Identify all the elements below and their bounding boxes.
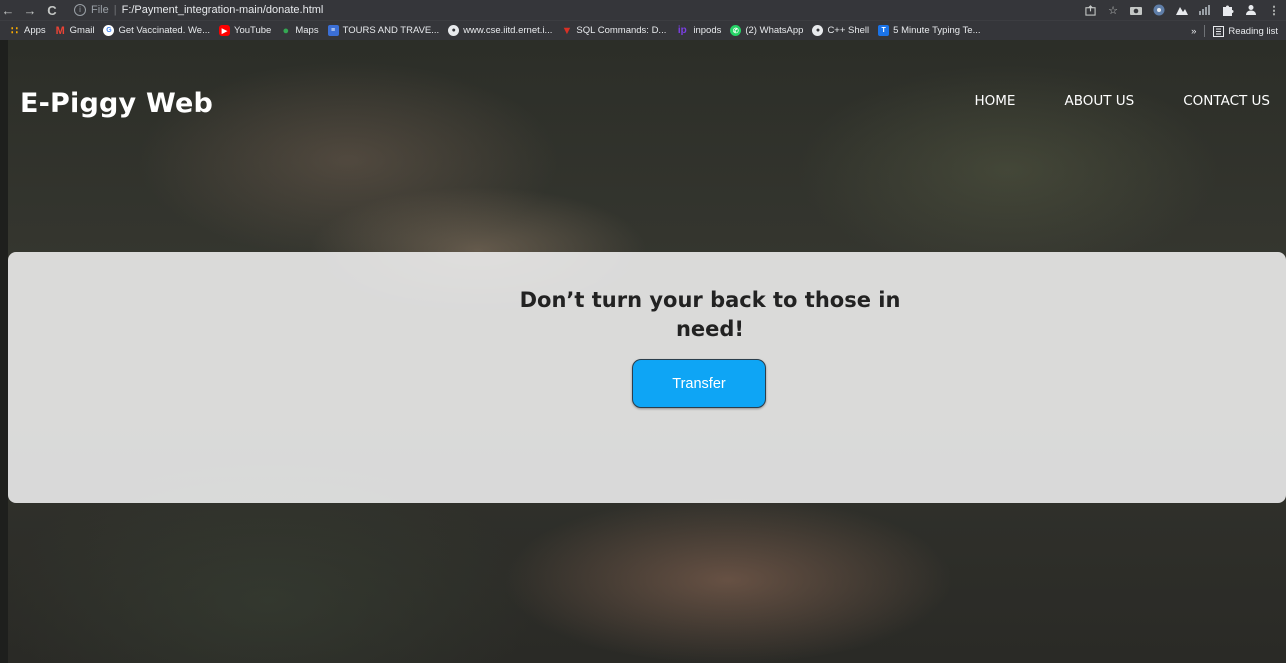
- site-nav: HOME ABOUT US CONTACT US: [975, 93, 1271, 109]
- bookmark-label: C++ Shell: [827, 25, 870, 36]
- hero-title: Don’t turn your back to those in need!: [519, 288, 901, 341]
- reload-icon[interactable]: C: [44, 0, 60, 20]
- sql-icon: ▼: [561, 24, 573, 37]
- bookmark-inpods[interactable]: ip inpods: [675, 21, 721, 41]
- meter-icon[interactable]: [1199, 4, 1211, 16]
- bookmark-cse-iitd[interactable]: ● www.cse.iitd.ernet.i...: [448, 21, 552, 41]
- bookmark-sql[interactable]: ▼ SQL Commands: D...: [561, 21, 666, 41]
- youtube-icon: ▶: [219, 25, 230, 36]
- google-icon: G: [103, 25, 115, 36]
- bookmark-label: TOURS AND TRAVE...: [342, 25, 440, 36]
- bookmark-label: Gmail: [69, 25, 95, 36]
- browser-toolbar: ← → C i File | F:/Payment_integration-ma…: [0, 0, 1286, 20]
- bookmark-tours[interactable]: ≡ TOURS AND TRAVE...: [327, 21, 440, 41]
- bookmark-label: (2) WhatsApp: [745, 25, 804, 36]
- arrow-right-icon[interactable]: →: [22, 0, 38, 20]
- inpods-icon: ip: [677, 25, 687, 36]
- typing-icon: T: [878, 25, 890, 36]
- bookmark-label: inpods: [693, 25, 722, 36]
- maps-pin-icon: ●: [282, 24, 290, 37]
- whatsapp-icon: ✆: [730, 25, 742, 36]
- bookmarks-divider: [1204, 25, 1206, 37]
- nav-contact-us-link[interactable]: CONTACT US: [1183, 93, 1270, 109]
- info-icon[interactable]: i: [74, 4, 86, 16]
- arrow-left-icon[interactable]: ←: [0, 0, 16, 20]
- bookmark-gmail[interactable]: M Gmail: [55, 21, 95, 41]
- apps-grid-icon: ∷: [11, 25, 18, 37]
- bookmark-label: SQL Commands: D...: [576, 25, 667, 36]
- globe-icon: ●: [812, 25, 824, 36]
- nav-home-link[interactable]: HOME: [975, 93, 1016, 109]
- bookmarks-bar: ∷ Apps M Gmail G Get Vaccinated. We... ▶…: [0, 20, 1286, 40]
- bookmarks-bar-right: » Reading list: [1191, 21, 1278, 41]
- nav-about-us-link[interactable]: ABOUT US: [1064, 93, 1134, 109]
- bookmark-label: YouTube: [234, 25, 272, 36]
- camera-icon[interactable]: [1130, 4, 1142, 16]
- reading-list-icon: [1213, 25, 1225, 37]
- hero-card: Don’t turn your back to those in need! T…: [8, 252, 1286, 503]
- page-content: E-Piggy Web HOME ABOUT US CONTACT US Don…: [8, 40, 1286, 663]
- site-brand-logo[interactable]: E-Piggy Web: [20, 88, 213, 119]
- bookmark-label: www.cse.iitd.ernet.i...: [463, 25, 553, 36]
- bookmark-typing-test[interactable]: T 5 Minute Typing Te...: [878, 21, 981, 41]
- bookmark-label: Get Vaccinated. We...: [118, 25, 210, 36]
- bookmark-cpp-shell[interactable]: ● C++ Shell: [812, 21, 869, 41]
- bookmark-label: 5 Minute Typing Te...: [893, 25, 981, 36]
- reading-list-label: Reading list: [1228, 25, 1278, 37]
- kebab-menu-icon[interactable]: ⋮: [1268, 4, 1280, 17]
- address-bar[interactable]: i File | F:/Payment_integration-main/don…: [74, 0, 323, 20]
- bookmark-youtube[interactable]: ▶ YouTube: [219, 21, 271, 41]
- globe-icon: ●: [448, 25, 460, 36]
- more-bookmarks-icon[interactable]: »: [1191, 26, 1196, 37]
- site-icon: ≡: [327, 25, 339, 36]
- reading-list-button[interactable]: Reading list: [1213, 25, 1278, 37]
- bookmark-label: Maps: [295, 25, 319, 36]
- bookmark-apps[interactable]: ∷ Apps: [9, 21, 46, 41]
- mountain-icon[interactable]: [1176, 4, 1188, 16]
- profile-icon[interactable]: [1245, 4, 1257, 16]
- extension-shield-icon[interactable]: [1153, 4, 1165, 16]
- bookmark-whatsapp[interactable]: ✆ (2) WhatsApp: [730, 21, 803, 41]
- address-separator: |: [113, 4, 117, 16]
- address-url[interactable]: F:/Payment_integration-main/donate.html: [122, 4, 324, 16]
- bookmark-vaccinated[interactable]: G Get Vaccinated. We...: [103, 21, 210, 41]
- toolbar-actions: ☆ ⋮: [1084, 0, 1280, 20]
- star-icon[interactable]: ☆: [1107, 4, 1119, 17]
- bookmark-maps[interactable]: ● Maps: [280, 21, 319, 41]
- gmail-icon: M: [55, 24, 65, 37]
- bookmark-label: Apps: [24, 25, 46, 36]
- transfer-button[interactable]: Transfer: [632, 359, 766, 408]
- address-scheme: File: [91, 4, 109, 16]
- share-icon[interactable]: [1084, 4, 1096, 16]
- puzzle-extensions-icon[interactable]: [1222, 4, 1234, 16]
